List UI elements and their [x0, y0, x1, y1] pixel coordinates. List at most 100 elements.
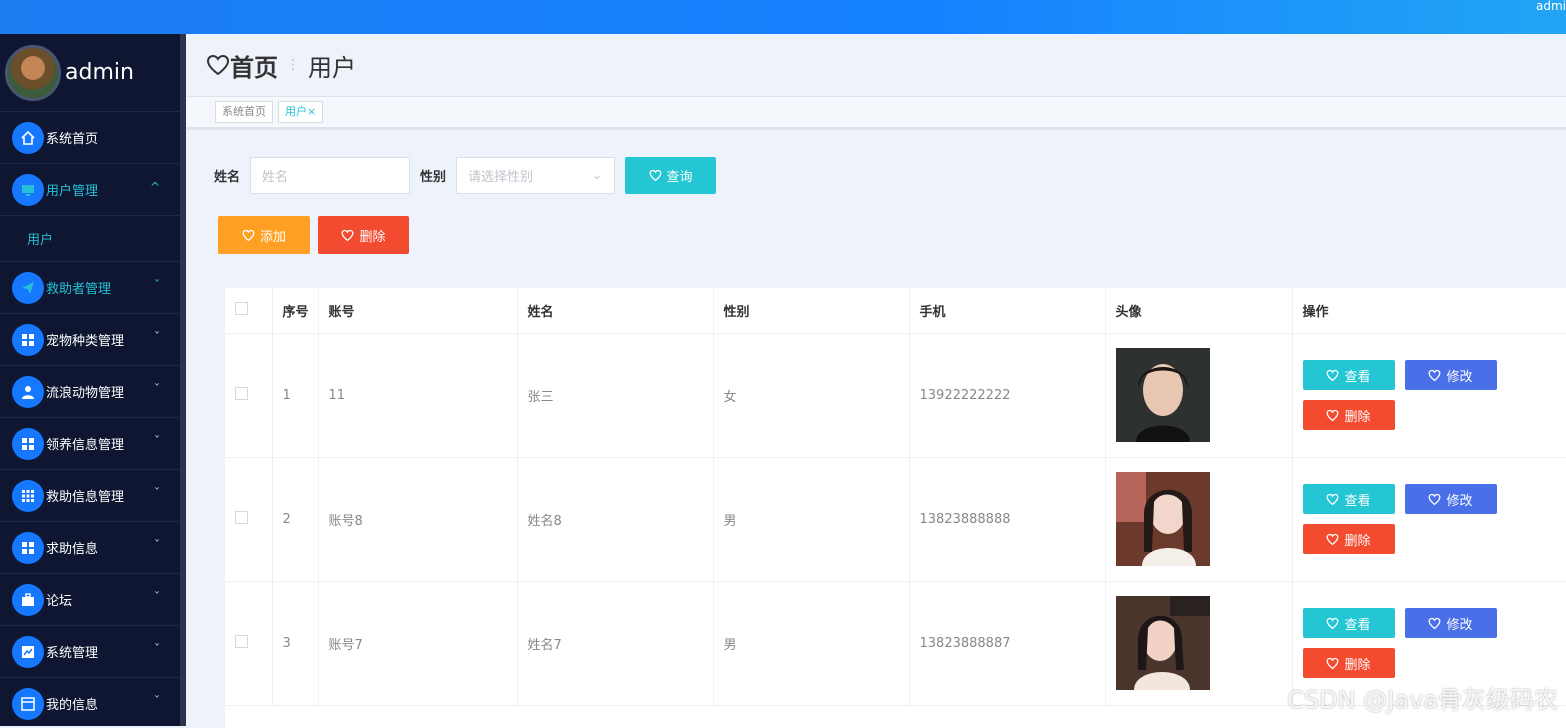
name-cell: 姓名8	[517, 457, 714, 582]
column-header[interactable]: 序号	[272, 288, 319, 334]
operations-cell: 查看 修改 删除	[1292, 457, 1566, 582]
chevron-down-icon: ˇ	[154, 330, 160, 344]
view-button[interactable]: 查看	[1302, 484, 1395, 514]
tab-user[interactable]: 用户×	[278, 101, 324, 123]
column-header[interactable]: 账号	[318, 288, 518, 334]
column-header[interactable]: 手机	[909, 288, 1106, 334]
header-username[interactable]: admi	[1536, 0, 1566, 12]
avatar[interactable]	[5, 44, 61, 101]
column-header[interactable]: 姓名	[517, 288, 714, 334]
window-icon	[12, 687, 44, 720]
avatar-cell	[1105, 457, 1293, 582]
avatar-image[interactable]	[1115, 596, 1210, 690]
page-title: 用户	[308, 53, 356, 82]
edit-button[interactable]: 修改	[1404, 484, 1497, 514]
heart-icon	[1429, 617, 1441, 629]
sidebar-item-label: 系统管理	[46, 646, 99, 661]
sidebar-item-rescue-info[interactable]: 救助信息管理 ˇ	[0, 470, 180, 522]
view-button[interactable]: 查看	[1302, 360, 1395, 390]
row-delete-button[interactable]: 删除	[1302, 524, 1395, 554]
sidebar-item-label: 我的信息	[46, 698, 99, 713]
phone-cell: 13823888887	[909, 581, 1106, 706]
column-header[interactable]: 头像	[1105, 288, 1293, 334]
row-checkbox[interactable]	[235, 386, 248, 400]
gender-label: 性别	[420, 170, 447, 185]
view-button[interactable]: 查看	[1302, 608, 1395, 638]
index-cell: 1	[272, 333, 319, 458]
row-delete-button-label: 删除	[1344, 409, 1371, 425]
select-all-checkbox[interactable]	[235, 301, 248, 315]
delete-button[interactable]: 删除	[318, 216, 409, 254]
user-icon	[12, 375, 44, 408]
chevron-down-icon: ˇ	[154, 642, 160, 656]
phone-cell: 13823888888	[909, 457, 1106, 582]
briefcase-icon	[12, 583, 44, 616]
sidebar-item-my-info[interactable]: 我的信息 ˇ	[0, 678, 180, 726]
sidebar-item-label: 领养信息管理	[46, 438, 125, 453]
heart-icon	[1327, 533, 1339, 545]
heart-icon	[206, 54, 230, 76]
heart-icon	[1327, 657, 1339, 669]
chevron-down-icon: ˇ	[154, 434, 160, 448]
column-header[interactable]: 操作	[1292, 288, 1566, 334]
sidebar-item-stray-animal[interactable]: 流浪动物管理 ˇ	[0, 366, 180, 418]
sidebar-item-rescuer-management[interactable]: 救助者管理 ˇ	[0, 262, 180, 314]
table-header-row: 序号 账号 姓名 性别 手机 头像 操作	[225, 288, 1566, 334]
tab-system-home[interactable]: 系统首页	[215, 101, 273, 123]
table-row: 2 账号8 姓名8 男 13823888888 查看 修改 删除	[225, 457, 1566, 582]
tab-bar: 系统首页 用户×	[186, 96, 1566, 130]
row-checkbox[interactable]	[235, 510, 248, 524]
search-form: 姓名 姓名 性别 请选择性别 ⌄ 查询	[214, 157, 717, 194]
row-select-cell	[225, 457, 273, 582]
gender-cell: 男	[713, 581, 910, 706]
gender-cell: 女	[713, 333, 910, 458]
top-header-bar: admi	[0, 0, 1566, 34]
index-cell: 2	[272, 457, 319, 582]
name-input[interactable]: 姓名	[250, 157, 411, 194]
edit-button-label: 修改	[1446, 493, 1473, 509]
gender-select[interactable]: 请选择性别 ⌄	[456, 157, 616, 194]
sidebar-item-adoption-info[interactable]: 领养信息管理 ˇ	[0, 418, 180, 470]
row-select-cell	[225, 581, 273, 706]
column-header[interactable]: 性别	[713, 288, 910, 334]
heart-icon	[242, 229, 255, 241]
chevron-down-icon: ⌄	[591, 168, 603, 182]
avatar-cell	[1105, 581, 1293, 706]
row-checkbox[interactable]	[235, 634, 248, 648]
apps-icon	[12, 479, 44, 512]
query-button[interactable]: 查询	[625, 157, 717, 194]
heart-icon	[1429, 493, 1441, 505]
breadcrumb: 首页 ⋮ 用户	[186, 34, 1566, 96]
chevron-down-icon: ˇ	[154, 538, 160, 552]
row-delete-button[interactable]: 删除	[1302, 648, 1395, 678]
heart-icon	[342, 229, 354, 241]
breadcrumb-home[interactable]: 首页	[206, 48, 278, 83]
sidebar-username: admin	[65, 60, 134, 85]
chevron-down-icon: ˇ	[154, 382, 160, 396]
sidebar-item-system-management[interactable]: 系统管理 ˇ	[0, 626, 180, 678]
sidebar-item-home[interactable]: 系统首页	[0, 112, 180, 164]
query-button-label: 查询	[666, 170, 693, 185]
avatar-image[interactable]	[1115, 348, 1210, 442]
sidebar-item-pet-category[interactable]: 宠物种类管理 ˇ	[0, 314, 180, 366]
action-bar: 添加 删除	[218, 216, 409, 254]
edit-button[interactable]: 修改	[1404, 360, 1497, 390]
sidebar-item-user-management[interactable]: 用户管理 ^	[0, 164, 180, 216]
sidebar-item-help-info[interactable]: 求助信息 ˇ	[0, 522, 180, 574]
sidebar-subitem-user[interactable]: 用户	[0, 216, 180, 262]
sidebar-item-label: 救助者管理	[46, 282, 112, 297]
user-table: 序号 账号 姓名 性别 手机 头像 操作 1 11 张三 女 139222222…	[225, 288, 1566, 728]
row-delete-button[interactable]: 删除	[1302, 400, 1395, 430]
grid-icon	[12, 531, 44, 564]
chevron-down-icon: ˇ	[154, 278, 160, 292]
edit-button[interactable]: 修改	[1404, 608, 1497, 638]
sidebar-profile: admin	[0, 34, 180, 112]
add-button[interactable]: 添加	[218, 216, 310, 254]
gender-select-placeholder: 请选择性别	[468, 170, 534, 185]
operations-cell: 查看 修改 删除	[1292, 333, 1566, 458]
name-cell: 张三	[517, 333, 714, 458]
avatar-image[interactable]	[1115, 472, 1210, 566]
chevron-down-icon: ˇ	[154, 590, 160, 604]
sidebar-item-forum[interactable]: 论坛 ˇ	[0, 574, 180, 626]
sidebar-item-label: 求助信息	[46, 542, 99, 557]
